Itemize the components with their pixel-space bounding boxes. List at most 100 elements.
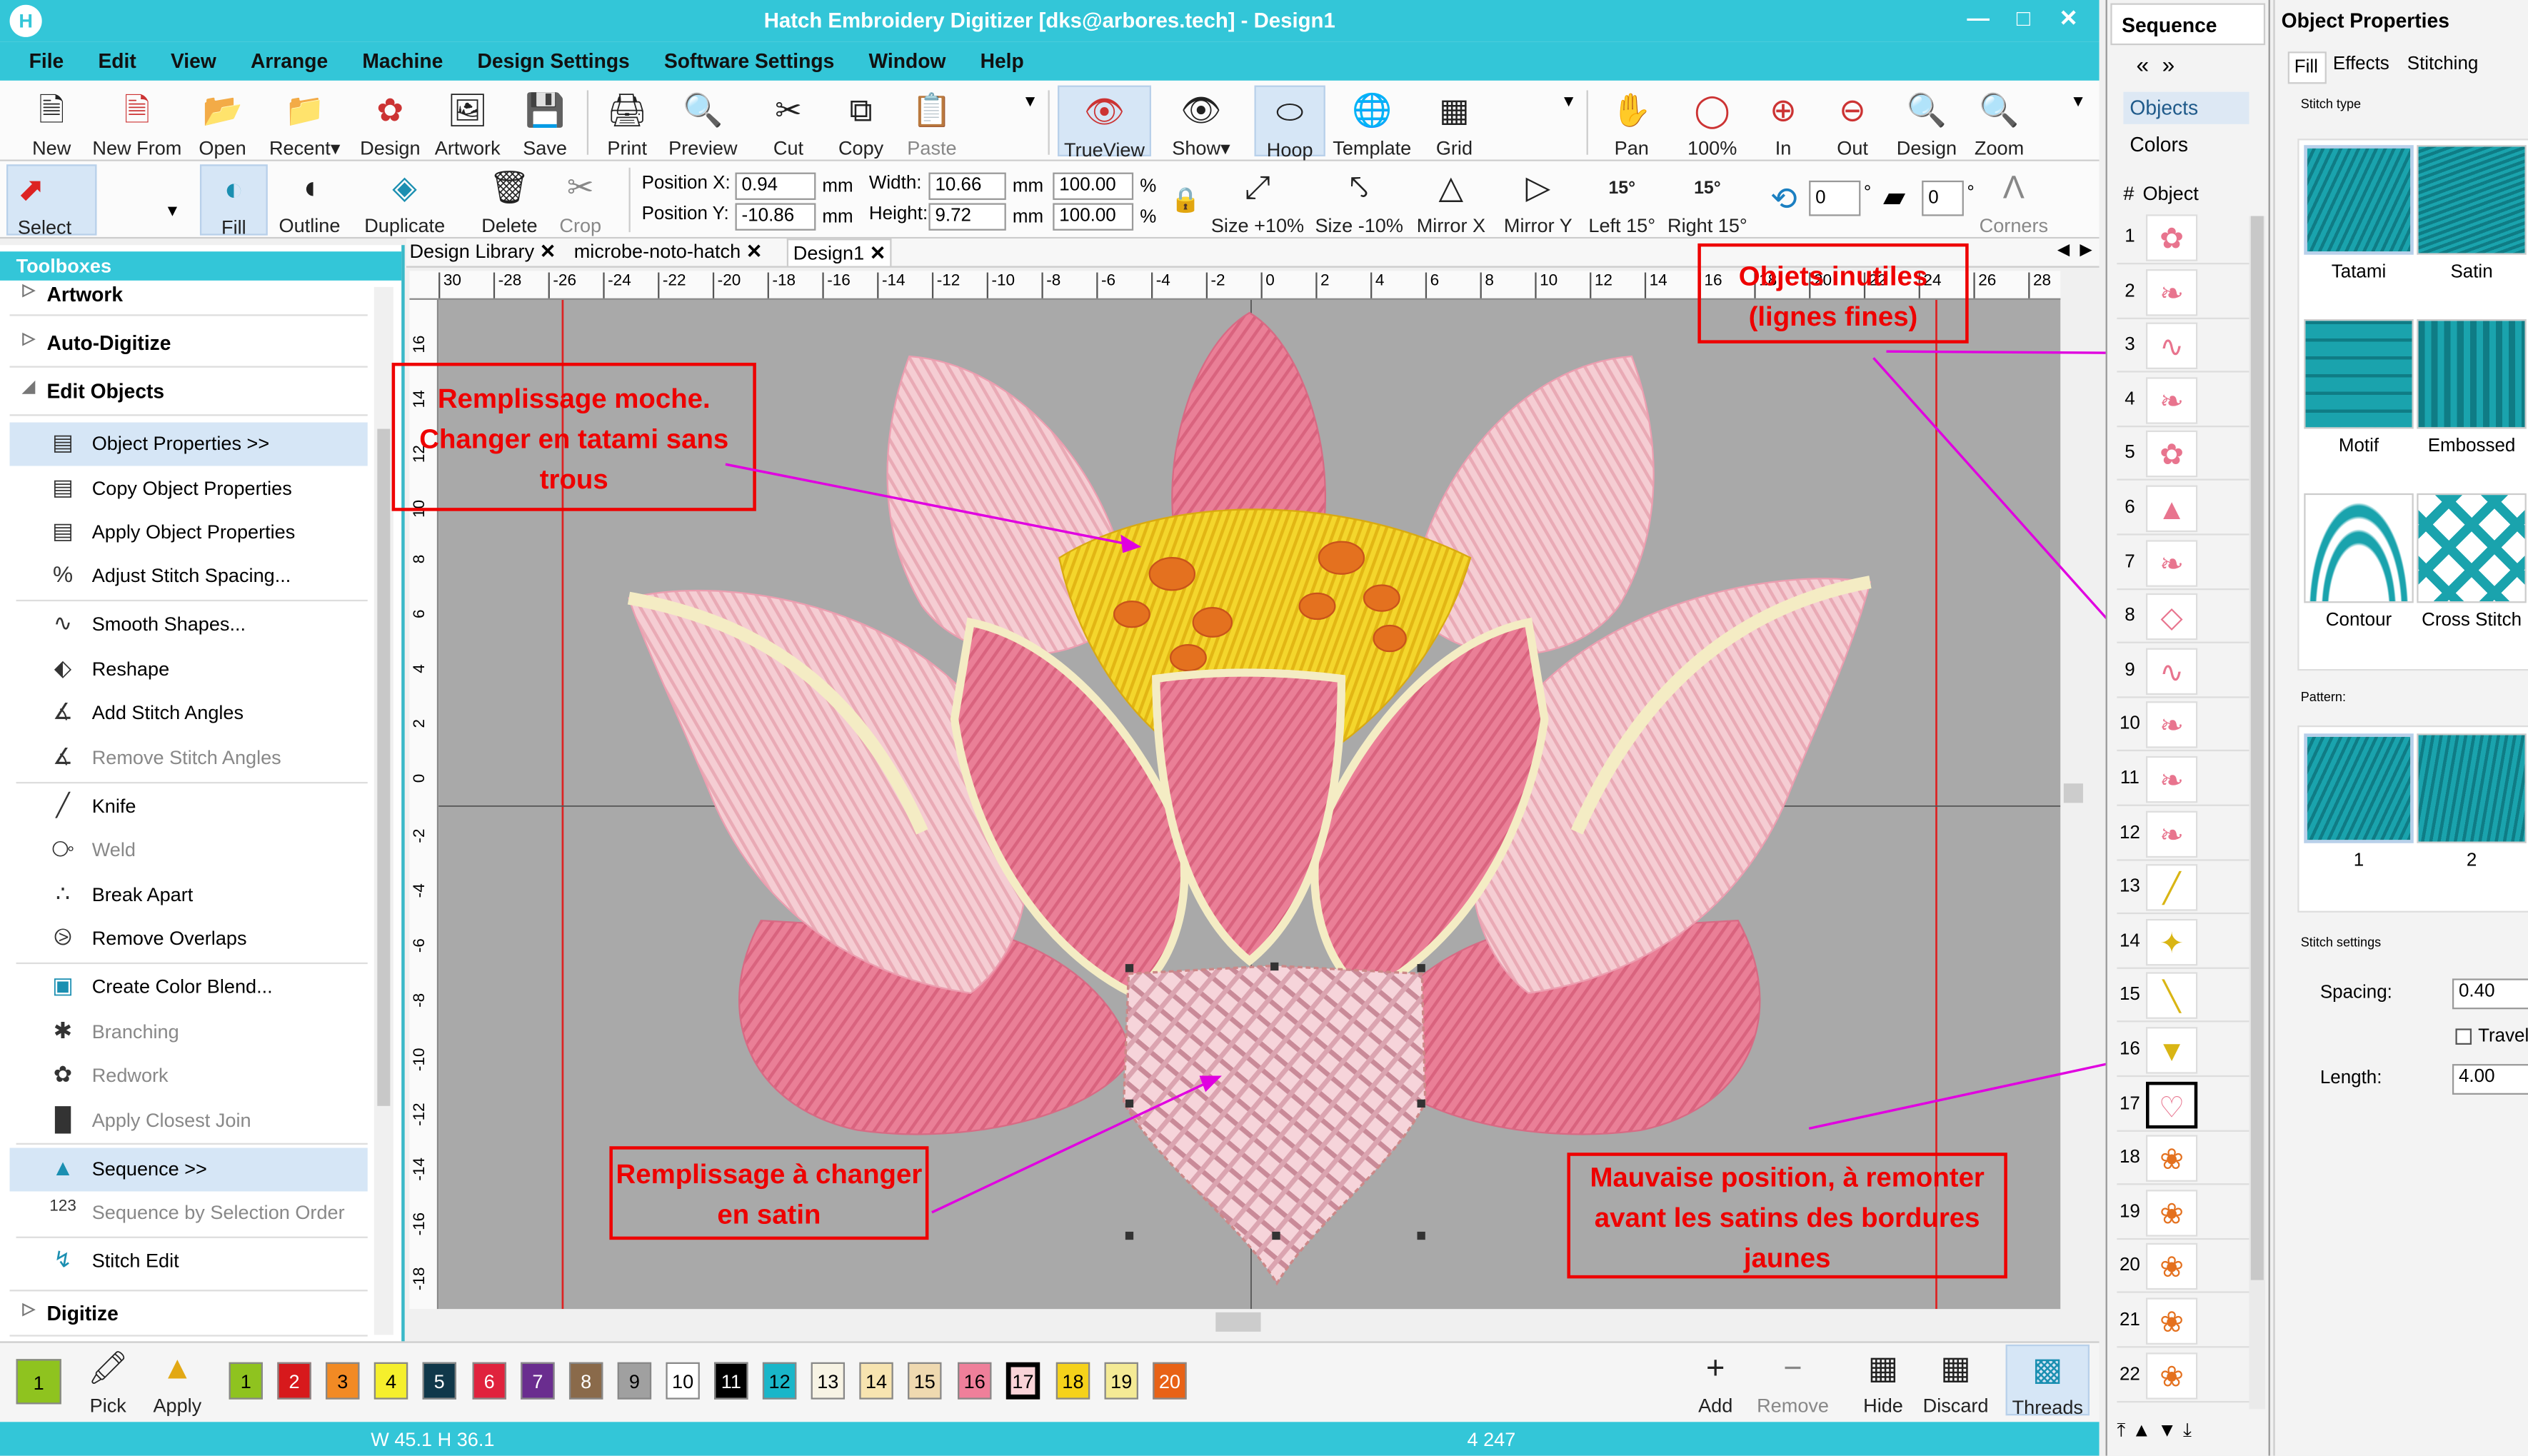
color-swatch[interactable]: 12 bbox=[762, 1362, 797, 1400]
stitch-type-label: Cross Stitch bbox=[2422, 611, 2522, 631]
travel-label: Travel bbox=[2478, 1027, 2528, 1047]
tab-colors[interactable]: Colors bbox=[2123, 129, 2249, 161]
color-swatch[interactable]: 4 bbox=[373, 1362, 408, 1400]
object-thumbnail-icon: ▼ bbox=[2145, 1027, 2198, 1074]
tab-fill[interactable]: Fill bbox=[2287, 51, 2327, 84]
color-swatch[interactable]: 11 bbox=[714, 1362, 748, 1400]
sequence-row[interactable]: 1 ✿ bbox=[2117, 211, 2249, 265]
sequence-row[interactable]: 18 ❀ bbox=[2117, 1132, 2249, 1185]
sequence-row[interactable]: 21 ❀ bbox=[2117, 1295, 2249, 1348]
sequence-row[interactable]: 4 ❧ bbox=[2117, 373, 2249, 427]
stitch-type-tile[interactable] bbox=[2417, 319, 2527, 429]
object-thumbnail-icon: ♡ bbox=[2145, 1080, 2198, 1128]
apply-color-button[interactable]: ▲ Apply bbox=[145, 1347, 209, 1417]
object-thumbnail-icon: ✦ bbox=[2145, 918, 2198, 965]
length-input[interactable]: 4.00 bbox=[2452, 1064, 2528, 1095]
object-thumbnail-icon: ◇ bbox=[2145, 593, 2198, 641]
remove-color-button[interactable]: − Remove bbox=[1754, 1347, 1831, 1417]
color-swatch[interactable]: 2 bbox=[277, 1362, 311, 1400]
sequence-row-number: 16 bbox=[2119, 1040, 2140, 1060]
color-swatch[interactable]: 15 bbox=[908, 1362, 942, 1400]
color-swatch[interactable]: 17 bbox=[1005, 1362, 1040, 1400]
color-swatch[interactable]: 7 bbox=[521, 1362, 555, 1400]
tab-effects[interactable]: Effects bbox=[2333, 55, 2389, 74]
object-thumbnail-icon: ✿ bbox=[2145, 214, 2198, 261]
tab-stitching[interactable]: Stitching bbox=[2407, 55, 2479, 74]
sequence-row[interactable]: 14 ✦ bbox=[2117, 915, 2249, 969]
color-swatch[interactable]: 16 bbox=[958, 1362, 992, 1400]
expand-icon[interactable]: » bbox=[2162, 51, 2175, 77]
threads-button[interactable]: ▩ Threads bbox=[2005, 1344, 2090, 1419]
color-swatch[interactable]: 19 bbox=[1104, 1362, 1138, 1400]
sequence-row[interactable]: 8 ◇ bbox=[2117, 591, 2249, 644]
status-bar: W 45.1 H 36.1 4 247 bbox=[0, 1422, 2100, 1456]
object-properties-panel: Object Properties Fill Effects Stitching… bbox=[2273, 0, 2528, 1456]
pick-button[interactable]: 🖍 Pick bbox=[77, 1347, 139, 1417]
sequence-row[interactable]: 16 ▼ bbox=[2117, 1024, 2249, 1078]
spacing-label: Spacing: bbox=[2319, 983, 2392, 1003]
color-swatch[interactable]: 5 bbox=[422, 1362, 456, 1400]
sequence-row[interactable]: 20 ❀ bbox=[2117, 1240, 2249, 1294]
sequence-row[interactable]: 5 ✿ bbox=[2117, 428, 2249, 481]
collapse-icon[interactable]: « bbox=[2136, 51, 2149, 77]
stitch-type-tile[interactable] bbox=[2417, 493, 2527, 603]
color-swatch[interactable]: 8 bbox=[568, 1362, 603, 1400]
stitch-type-tile[interactable] bbox=[2304, 493, 2414, 603]
current-color-swatch[interactable]: 1 bbox=[16, 1359, 61, 1405]
stitch-type-tile[interactable] bbox=[2417, 145, 2527, 255]
object-thumbnail-icon: ❀ bbox=[2145, 1352, 2198, 1399]
sequence-row-number: 10 bbox=[2119, 715, 2140, 735]
sequence-row[interactable]: 22 ❀ bbox=[2117, 1349, 2249, 1402]
sequence-row[interactable]: 9 ∿ bbox=[2117, 645, 2249, 698]
sequence-row[interactable]: 11 ❧ bbox=[2117, 753, 2249, 806]
color-swatch[interactable]: 1 bbox=[229, 1362, 264, 1400]
color-swatch[interactable]: 10 bbox=[666, 1362, 700, 1400]
stitch-type-tile[interactable] bbox=[2304, 145, 2414, 255]
sequence-row[interactable]: 17 ♡ bbox=[2117, 1078, 2249, 1131]
sequence-row[interactable]: 15 ╲ bbox=[2117, 970, 2249, 1023]
sequence-scrollbar[interactable] bbox=[2249, 216, 2266, 1410]
sequence-row[interactable]: 12 ❧ bbox=[2117, 807, 2249, 860]
stitch-type-tile[interactable] bbox=[2304, 319, 2414, 429]
sequence-row[interactable]: 13 ╱ bbox=[2117, 861, 2249, 915]
add-color-button[interactable]: + Add bbox=[1683, 1347, 1747, 1417]
stitch-settings-label: Stitch settings bbox=[2300, 935, 2382, 950]
color-swatch[interactable]: 9 bbox=[617, 1362, 652, 1400]
color-swatch[interactable]: 20 bbox=[1153, 1362, 1187, 1400]
sequence-row-number: 3 bbox=[2125, 336, 2135, 356]
travel-checkbox[interactable] bbox=[2455, 1028, 2472, 1045]
sequence-row[interactable]: 10 ❧ bbox=[2117, 698, 2249, 752]
sequence-row-number: 11 bbox=[2120, 768, 2140, 789]
pattern-tile-2[interactable] bbox=[2417, 733, 2527, 843]
color-swatch[interactable]: 14 bbox=[859, 1362, 893, 1400]
sequence-row[interactable]: 3 ∿ bbox=[2117, 319, 2249, 373]
object-thumbnail-icon: ▲ bbox=[2145, 485, 2198, 533]
object-thumbnail-icon: ❧ bbox=[2145, 268, 2198, 316]
tab-objects[interactable]: Objects bbox=[2123, 91, 2249, 124]
threads-icon: ▩ bbox=[2032, 1352, 2063, 1388]
sequence-row-number: 14 bbox=[2119, 931, 2140, 951]
sequence-row[interactable]: 6 ▲ bbox=[2117, 482, 2249, 536]
discard-colors-button[interactable]: ▦ Discard bbox=[1919, 1347, 1993, 1417]
paint-bucket-icon: ▲ bbox=[161, 1350, 194, 1387]
pattern-tile-1[interactable] bbox=[2304, 733, 2414, 843]
sequence-row[interactable]: 2 ❧ bbox=[2117, 266, 2249, 319]
stitch-count-readout: 4 247 bbox=[1467, 1428, 1516, 1451]
color-swatch[interactable]: 3 bbox=[326, 1362, 360, 1400]
hide-colors-button[interactable]: ▦ Hide bbox=[1854, 1347, 1912, 1417]
sequence-move-controls[interactable]: ⤒▲▼⤓ bbox=[2117, 1419, 2198, 1443]
sequence-row[interactable]: 19 ❀ bbox=[2117, 1186, 2249, 1240]
sequence-row-number: 19 bbox=[2119, 1202, 2140, 1222]
color-swatch[interactable]: 18 bbox=[1055, 1362, 1090, 1400]
sequence-panel: Sequence « » Objects Colors # Object 1 ✿ 2… bbox=[2105, 0, 2270, 1456]
object-thumbnail-icon: ❀ bbox=[2145, 1243, 2198, 1291]
color-swatch[interactable]: 13 bbox=[811, 1362, 846, 1400]
object-thumbnail-icon: ✿ bbox=[2145, 431, 2198, 478]
color-swatch[interactable]: 6 bbox=[472, 1362, 506, 1400]
spacing-input[interactable]: 0.40 bbox=[2452, 978, 2528, 1010]
length-label: Length: bbox=[2319, 1068, 2382, 1088]
object-thumbnail-icon: ╲ bbox=[2145, 973, 2198, 1020]
stitch-type-label: Embossed bbox=[2427, 436, 2516, 456]
sequence-row[interactable]: 7 ❧ bbox=[2117, 536, 2249, 590]
stitch-type-label: Stitch type bbox=[2300, 96, 2362, 111]
